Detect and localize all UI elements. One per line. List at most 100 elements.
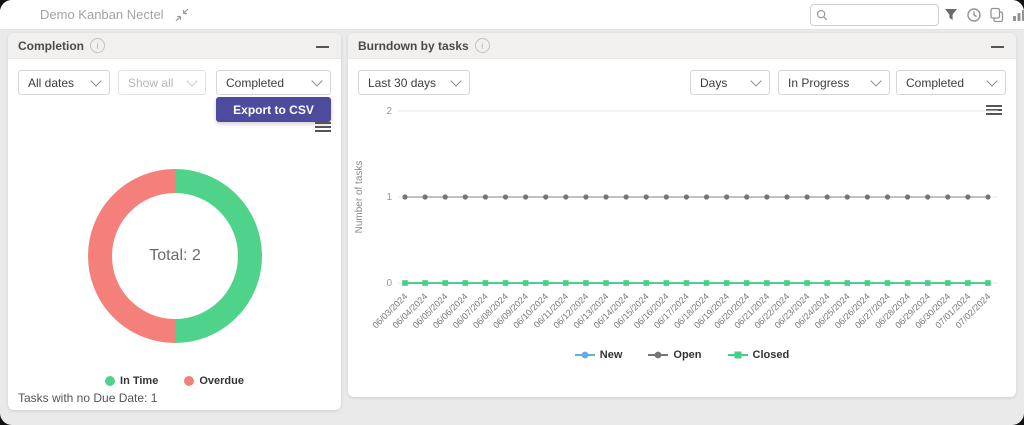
data-point-closed[interactable] bbox=[884, 280, 891, 286]
data-point-open[interactable] bbox=[925, 194, 931, 200]
data-point-open[interactable] bbox=[583, 194, 589, 200]
date-filter-select[interactable]: All dates bbox=[18, 70, 110, 95]
data-point-open[interactable] bbox=[402, 194, 408, 200]
legend-item-in-time[interactable]: In Time bbox=[105, 375, 158, 387]
data-point-open[interactable] bbox=[884, 194, 891, 200]
chevron-down-icon bbox=[986, 74, 998, 87]
stats-icon[interactable] bbox=[1011, 7, 1024, 23]
data-point-open[interactable] bbox=[543, 194, 549, 200]
history-icon[interactable] bbox=[966, 7, 982, 23]
data-point-open[interactable] bbox=[804, 194, 810, 200]
data-point-open[interactable] bbox=[523, 194, 529, 200]
legend-label: Closed bbox=[752, 349, 790, 361]
data-point-open[interactable] bbox=[442, 194, 448, 200]
collapse-icon[interactable] bbox=[175, 8, 189, 22]
data-point-open[interactable] bbox=[784, 194, 790, 200]
data-point-closed[interactable] bbox=[422, 280, 428, 286]
data-point-closed[interactable] bbox=[462, 280, 469, 286]
status-filter-select[interactable]: Completed bbox=[216, 70, 331, 95]
chart-menu-icon[interactable] bbox=[315, 122, 331, 134]
data-point-closed[interactable] bbox=[643, 280, 650, 286]
data-point-closed[interactable] bbox=[784, 280, 790, 286]
range-filter-select[interactable]: Last 30 days bbox=[358, 70, 470, 95]
data-point-open[interactable] bbox=[985, 194, 991, 200]
legend-item-overdue[interactable]: Overdue bbox=[184, 375, 244, 387]
info-icon[interactable] bbox=[474, 38, 490, 53]
status-filter-value: Completed bbox=[226, 75, 285, 90]
data-point-open[interactable] bbox=[965, 194, 971, 200]
copy-icon[interactable] bbox=[989, 7, 1005, 23]
data-point-closed[interactable] bbox=[402, 280, 408, 286]
data-point-closed[interactable] bbox=[743, 280, 750, 286]
unit-filter-select[interactable]: Days bbox=[690, 70, 770, 95]
data-point-closed[interactable] bbox=[522, 280, 529, 286]
completion-donut-chart[interactable]: Total: 2 bbox=[80, 161, 270, 351]
data-point-open[interactable] bbox=[482, 194, 489, 200]
data-point-closed[interactable] bbox=[482, 280, 489, 286]
panel-title: Burndown by tasks bbox=[358, 38, 469, 53]
data-point-closed[interactable] bbox=[623, 280, 629, 286]
export-csv-button[interactable]: Export to CSV bbox=[216, 97, 331, 122]
data-point-open[interactable] bbox=[945, 194, 951, 200]
data-point-closed[interactable] bbox=[563, 280, 569, 286]
show-filter-select[interactable]: Show all bbox=[118, 70, 206, 95]
search-box[interactable] bbox=[810, 4, 939, 26]
svg-text:Number of tasks: Number of tasks bbox=[354, 161, 365, 234]
data-point-open[interactable] bbox=[422, 194, 428, 200]
info-icon[interactable] bbox=[90, 38, 105, 53]
minimize-icon[interactable] bbox=[991, 46, 1004, 48]
data-point-open[interactable] bbox=[864, 194, 870, 200]
completed-filter-select[interactable]: Completed bbox=[896, 70, 1006, 95]
data-point-open[interactable] bbox=[623, 194, 629, 200]
data-point-open[interactable] bbox=[502, 194, 509, 200]
data-point-closed[interactable] bbox=[824, 280, 830, 286]
legend-label: Overdue bbox=[199, 375, 244, 387]
data-point-closed[interactable] bbox=[542, 280, 549, 286]
burndown-panel-header: Burndown by tasks bbox=[348, 33, 1016, 59]
legend-label: New bbox=[599, 349, 623, 361]
data-point-closed[interactable] bbox=[944, 280, 951, 286]
inprogress-filter-select[interactable]: In Progress bbox=[778, 70, 890, 95]
data-point-open[interactable] bbox=[563, 194, 569, 200]
chevron-down-icon bbox=[186, 74, 198, 87]
data-point-open[interactable] bbox=[824, 194, 830, 200]
data-point-open[interactable] bbox=[663, 194, 669, 200]
data-point-closed[interactable] bbox=[703, 280, 710, 286]
data-point-open[interactable] bbox=[724, 194, 730, 200]
data-point-open[interactable] bbox=[744, 194, 750, 200]
data-point-open[interactable] bbox=[643, 194, 649, 200]
data-point-closed[interactable] bbox=[583, 280, 589, 286]
chevron-down-icon bbox=[450, 74, 462, 87]
data-point-open[interactable] bbox=[703, 194, 710, 200]
data-point-closed[interactable] bbox=[683, 280, 690, 286]
data-point-open[interactable] bbox=[683, 194, 690, 200]
minimize-icon[interactable] bbox=[316, 46, 329, 48]
data-point-closed[interactable] bbox=[924, 280, 931, 286]
search-input[interactable] bbox=[828, 8, 927, 22]
legend-item-new[interactable]: New bbox=[574, 349, 623, 361]
data-point-closed[interactable] bbox=[764, 280, 770, 286]
data-point-open[interactable] bbox=[844, 194, 850, 200]
data-point-open[interactable] bbox=[603, 194, 609, 200]
filter-icon[interactable] bbox=[943, 7, 959, 23]
data-point-closed[interactable] bbox=[442, 280, 449, 286]
data-point-closed[interactable] bbox=[663, 280, 670, 286]
svg-text:0: 0 bbox=[386, 278, 392, 289]
data-point-closed[interactable] bbox=[864, 280, 871, 286]
legend-item-open[interactable]: Open bbox=[648, 349, 702, 361]
data-point-open[interactable] bbox=[764, 194, 770, 200]
data-point-closed[interactable] bbox=[723, 280, 730, 286]
completed-filter-value: Completed bbox=[906, 75, 965, 90]
data-point-open[interactable] bbox=[904, 194, 911, 200]
data-point-open[interactable] bbox=[462, 194, 468, 200]
burndown-line-chart[interactable]: 012Number of tasks06/03/202406/04/202406… bbox=[350, 97, 1010, 347]
data-point-closed[interactable] bbox=[603, 280, 609, 286]
legend-item-closed[interactable]: Closed bbox=[727, 349, 790, 361]
data-point-closed[interactable] bbox=[502, 280, 509, 286]
data-point-closed[interactable] bbox=[804, 280, 810, 286]
data-point-closed[interactable] bbox=[904, 280, 911, 286]
completion-panel: Completion All dates Show all Completed … bbox=[8, 33, 341, 410]
data-point-closed[interactable] bbox=[844, 280, 851, 286]
data-point-closed[interactable] bbox=[965, 280, 971, 286]
data-point-closed[interactable] bbox=[985, 280, 991, 286]
